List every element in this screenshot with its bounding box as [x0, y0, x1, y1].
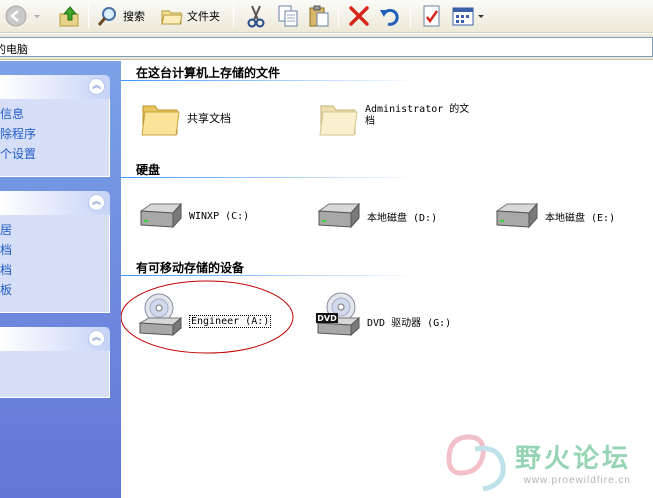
section-divider — [121, 177, 421, 178]
address-bar: 我的电脑 — [0, 34, 653, 60]
folders-label: 文件夹 — [187, 10, 220, 23]
annotation-ellipse — [121, 280, 294, 354]
task-link[interactable]: 删除程序 — [0, 124, 109, 144]
toolbar-separator — [410, 4, 411, 28]
place-link[interactable]: 我的文档 — [0, 240, 109, 260]
scissors-icon — [247, 5, 265, 28]
search-icon — [97, 7, 116, 26]
up-folder-button[interactable] — [58, 3, 82, 29]
section-title-stored-files: 在这台计算机上存储的文件 — [136, 66, 281, 80]
folder-admin-documents[interactable]: Administrator 的文 档 — [319, 98, 469, 138]
item-label: 本地磁盘 (E:) — [545, 212, 616, 224]
undo-icon — [380, 8, 399, 26]
collapse-chevron-icon[interactable]: ︽ — [88, 78, 105, 95]
panel-header-system-tasks[interactable]: ︽ — [0, 75, 110, 99]
toolbar-separator — [338, 4, 339, 28]
watermark-title: 野火论坛 — [514, 444, 631, 474]
section-title-removable: 有可移动存储的设备 — [136, 261, 245, 275]
up-folder-icon — [59, 6, 79, 27]
properties-icon — [423, 5, 440, 27]
panel-header-details[interactable]: ︽ — [0, 327, 110, 351]
hard-disk-icon — [495, 202, 539, 229]
task-pane: ︽ 系统信息 删除程序 改一个设置 ︽ 网上邻居 我的文档 共享文档 控制面板 … — [0, 61, 121, 498]
search-button[interactable]: 搜索 — [96, 3, 145, 29]
task-link[interactable]: 系统信息 — [0, 104, 109, 124]
undo-button[interactable] — [378, 3, 402, 29]
copy-button[interactable] — [276, 3, 300, 29]
item-label-line2: 档 — [365, 116, 375, 127]
drive-d[interactable]: 本地磁盘 (D:) — [315, 201, 437, 231]
drive-e[interactable]: 本地磁盘 (E:) — [493, 201, 615, 231]
section-title-hard-disks: 硬盘 — [136, 163, 161, 177]
paste-button[interactable] — [307, 3, 331, 29]
item-label-line1: Administrator 的文 — [365, 104, 470, 115]
collapse-chevron-icon[interactable]: ︽ — [88, 194, 105, 211]
place-link[interactable]: 控制面板 — [0, 280, 109, 300]
hard-disk-icon — [139, 202, 183, 229]
address-input[interactable]: 我的电脑 — [0, 37, 653, 57]
views-button[interactable] — [451, 3, 485, 29]
folder-icon — [319, 105, 358, 136]
section-divider — [121, 275, 421, 276]
place-link[interactable]: 共享文档 — [0, 260, 109, 280]
item-label: 本地磁盘 (D:) — [367, 212, 438, 224]
section-divider — [121, 80, 421, 81]
panel-details — [0, 351, 110, 398]
hard-disk-icon — [317, 202, 361, 229]
folder-icon — [141, 105, 180, 136]
chevron-down-icon — [34, 15, 40, 18]
folder-shared-documents[interactable]: 共享文档 — [141, 98, 231, 138]
address-value: 我的电脑 — [0, 43, 28, 56]
copy-icon — [278, 5, 298, 27]
drive-c[interactable]: WINXP (C:) — [137, 201, 249, 231]
paste-icon — [309, 5, 329, 27]
back-button[interactable] — [4, 3, 28, 29]
panel-other-places: 网上邻居 我的文档 共享文档 控制面板 — [0, 215, 110, 313]
back-dropdown[interactable] — [32, 3, 42, 29]
delete-button[interactable] — [347, 3, 371, 29]
panel-header-other-places[interactable]: ︽ — [0, 191, 110, 215]
item-label: 共享文档 — [187, 112, 231, 125]
watermark-url: www.proewildfire.cn — [523, 475, 631, 486]
delete-x-icon — [349, 6, 369, 26]
item-label: DVD 驱动器 (G:) — [367, 317, 452, 329]
dvd-drive-icon: DVD — [316, 292, 361, 337]
toolbar: 搜索 文件夹 — [0, 0, 653, 33]
folders-button[interactable]: 文件夹 — [160, 3, 220, 29]
chevron-down-icon — [478, 15, 484, 18]
toolbar-separator — [88, 4, 89, 28]
views-icon — [452, 7, 474, 26]
item-label: WINXP (C:) — [189, 210, 250, 222]
properties-button[interactable] — [420, 3, 444, 29]
back-arrow-icon — [5, 5, 27, 27]
drive-g-dvd[interactable]: DVD DVD 驱动器 (G:) — [315, 291, 451, 337]
panel-system-tasks: 系统信息 删除程序 改一个设置 — [0, 99, 110, 177]
cut-button[interactable] — [244, 3, 268, 29]
collapse-chevron-icon[interactable]: ︽ — [88, 330, 105, 347]
dvd-badge: DVD — [317, 314, 337, 323]
folders-icon — [161, 10, 183, 25]
watermark-logo-icon — [446, 434, 506, 492]
watermark: 野火论坛 www.proewildfire.cn — [515, 438, 631, 486]
place-link[interactable]: 网上邻居 — [0, 220, 109, 240]
content-area: 在这台计算机上存储的文件 共享文档 Administrator 的文 档 硬盘 … — [121, 61, 653, 498]
task-link[interactable]: 改一个设置 — [0, 144, 109, 164]
toolbar-separator — [233, 4, 234, 28]
search-label: 搜索 — [123, 10, 145, 23]
